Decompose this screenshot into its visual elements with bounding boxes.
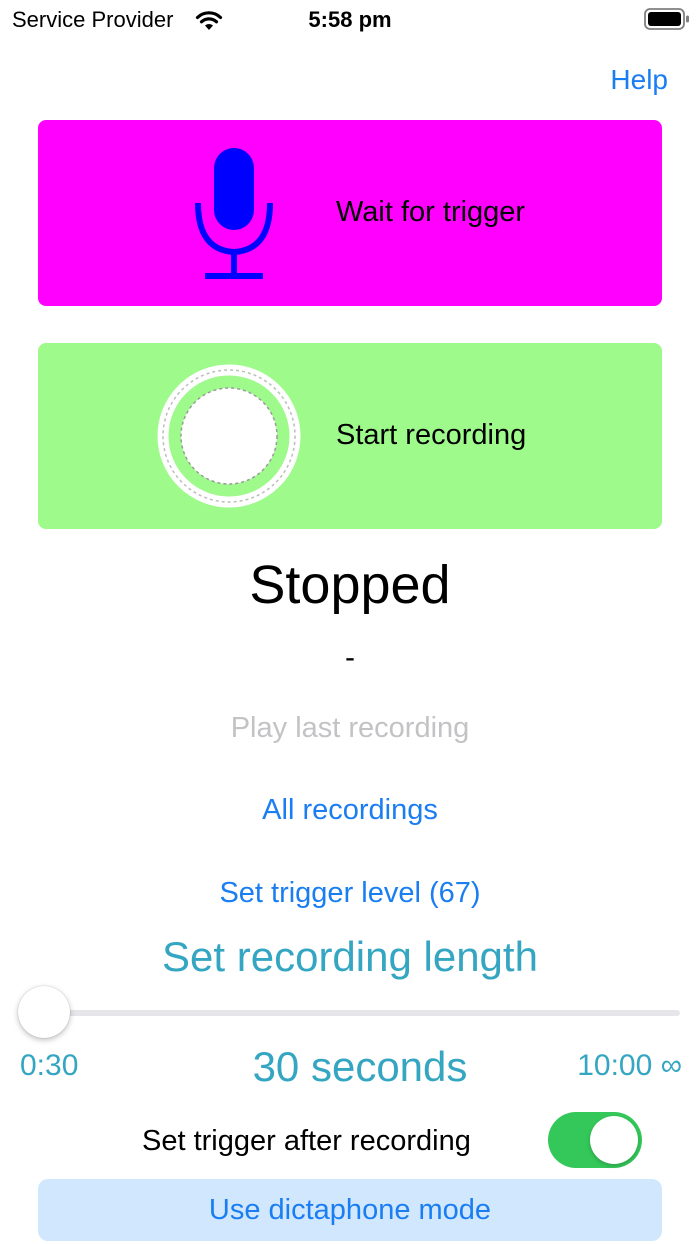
battery-icon — [644, 8, 690, 30]
status-detail: - — [345, 641, 355, 674]
use-dictaphone-mode-button[interactable]: Use dictaphone mode — [38, 1179, 662, 1241]
recording-status: Stopped — [249, 555, 451, 615]
wait-for-trigger-label: Wait for trigger — [336, 196, 526, 228]
all-recordings-button[interactable]: All recordings — [0, 790, 700, 830]
start-recording-label: Start recording — [336, 419, 527, 451]
trigger-after-recording-label: Set trigger after recording — [142, 1125, 471, 1157]
help-button[interactable]: Help — [610, 60, 668, 100]
wait-for-trigger-button[interactable]: Wait for trigger — [38, 120, 662, 306]
clock-time: 5:58 pm — [308, 7, 392, 32]
play-last-recording-button[interactable]: Play last recording — [0, 708, 700, 748]
recording-length-slider-thumb[interactable] — [18, 986, 70, 1038]
toggle-knob — [590, 1116, 638, 1164]
set-trigger-level-button[interactable]: Set trigger level (67) — [0, 873, 700, 913]
recording-length-slider-track[interactable] — [44, 1010, 680, 1016]
start-recording-button[interactable]: Start recording — [38, 343, 662, 529]
slider-max-label: 10:00 ∞ — [577, 1049, 682, 1082]
set-recording-length-title: Set recording length — [162, 933, 538, 980]
record-icon — [157, 364, 301, 508]
trigger-after-recording-toggle[interactable] — [548, 1112, 642, 1168]
microphone-icon — [195, 148, 273, 279]
use-dictaphone-mode-label: Use dictaphone mode — [208, 1194, 492, 1226]
